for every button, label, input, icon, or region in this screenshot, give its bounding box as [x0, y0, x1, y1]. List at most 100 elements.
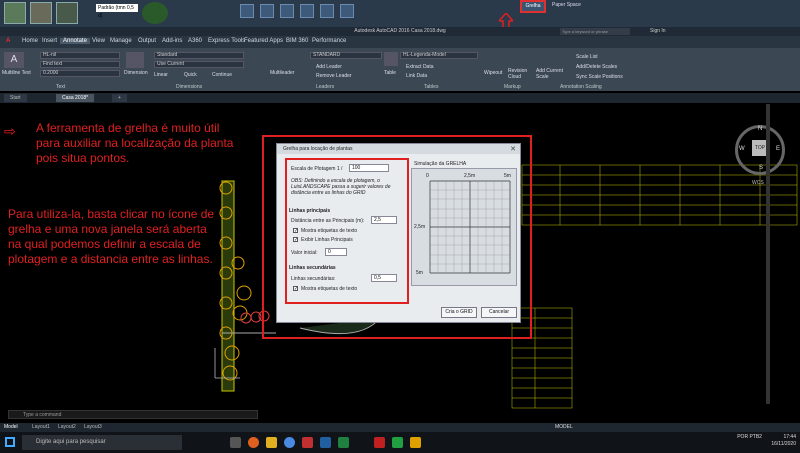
- levels-icon[interactable]: [320, 4, 334, 18]
- dim-style-select[interactable]: Standard: [154, 52, 244, 59]
- preview-label-x2: 5m: [504, 173, 511, 179]
- dimension-button[interactable]: Dimension: [124, 70, 148, 76]
- tab-view[interactable]: View: [92, 38, 105, 44]
- firefox-icon[interactable]: [248, 437, 259, 448]
- multiline-text-button[interactable]: Multiline Text: [2, 70, 32, 76]
- dimension-icon[interactable]: [260, 4, 274, 18]
- plant-thumbnail-icon[interactable]: [4, 2, 26, 24]
- extract-data-button[interactable]: Extract Data: [406, 64, 434, 70]
- table-icon[interactable]: [384, 52, 398, 66]
- add-leader-button[interactable]: Add Leader: [316, 64, 342, 70]
- clock[interactable]: 17:44 16/11/2020: [771, 434, 796, 448]
- windows-start-icon[interactable]: [5, 437, 15, 447]
- wcs-label[interactable]: WCS: [752, 180, 764, 186]
- scale-dropdown[interactable]: Padrão (tmn 0,5 d): [96, 4, 138, 19]
- category-thumbnail-icon[interactable]: [30, 2, 52, 24]
- tab-featured-apps[interactable]: Featured Apps: [244, 38, 283, 44]
- mleader-style-select[interactable]: STANDARD: [310, 52, 382, 59]
- revision-cloud-button[interactable]: Revision Cloud: [508, 68, 532, 80]
- tab-addins[interactable]: Add-ins: [162, 38, 182, 44]
- add-current-scale-button[interactable]: Add Current Scale: [536, 68, 568, 80]
- tab-annotate[interactable]: Annotate: [60, 38, 91, 44]
- tab-layout3[interactable]: Layout3: [84, 424, 102, 431]
- table-style-select[interactable]: HL-Legenda-Model: [400, 52, 478, 59]
- tab-a360[interactable]: A360: [188, 38, 202, 44]
- vertical-scrollbar[interactable]: [766, 104, 770, 404]
- text-icon[interactable]: [300, 4, 314, 18]
- word-icon[interactable]: [320, 437, 331, 448]
- tab-model[interactable]: Model: [4, 424, 18, 431]
- tab-output[interactable]: Output: [138, 38, 156, 44]
- find-text-input[interactable]: Find text: [40, 61, 120, 68]
- distance-input[interactable]: 2,5: [371, 216, 397, 224]
- task-view-icon[interactable]: [230, 437, 241, 448]
- grelha-button[interactable]: Grelha: [520, 0, 546, 13]
- info-icon[interactable]: [240, 4, 254, 18]
- table-button[interactable]: Table: [384, 70, 396, 76]
- viewcube[interactable]: N S E W TOP: [735, 125, 785, 175]
- sign-in-link[interactable]: Sign In: [650, 28, 666, 34]
- show-labels-2-checkbox[interactable]: ✓: [293, 286, 298, 292]
- remove-leader-button[interactable]: Remove Leader: [316, 73, 352, 79]
- paper-space-button[interactable]: Paper Space: [552, 2, 581, 8]
- new-tab-button[interactable]: +: [112, 94, 127, 102]
- multileader-button[interactable]: Multileader: [270, 70, 294, 76]
- secondary-input[interactable]: 0,5: [371, 274, 397, 282]
- app-icon[interactable]: [410, 437, 421, 448]
- chrome-icon[interactable]: [284, 437, 295, 448]
- tab-casa2018[interactable]: Casa 2018*: [56, 94, 95, 102]
- tab-performance[interactable]: Performance: [312, 38, 346, 44]
- image-thumbnail-icon[interactable]: [56, 2, 78, 24]
- keyword-search-input[interactable]: Type a keyword or phrase: [560, 28, 630, 35]
- status-model[interactable]: MODEL: [555, 424, 573, 431]
- wipeout-button[interactable]: Wipeout: [484, 70, 502, 76]
- viewcube-north[interactable]: N: [758, 126, 762, 132]
- initial-value-input[interactable]: 0: [325, 248, 347, 256]
- show-main-lines-checkbox[interactable]: ✓: [293, 237, 298, 243]
- show-labels-checkbox[interactable]: ✓: [293, 228, 298, 234]
- tab-express-tools[interactable]: Express Tools: [208, 38, 245, 44]
- viewcube-east[interactable]: E: [776, 146, 780, 152]
- scale-list-button[interactable]: Scale List: [576, 54, 598, 60]
- tab-layout1[interactable]: Layout1: [32, 424, 50, 431]
- scale-select[interactable]: 100: [349, 164, 389, 172]
- quick-button[interactable]: Quick: [184, 72, 197, 78]
- language-indicator[interactable]: POR PTB2: [737, 434, 762, 441]
- add-delete-scales-button[interactable]: Add/Delete Scales: [576, 64, 617, 70]
- scale-label: Escala de Plotagem 1 /: [291, 166, 343, 172]
- viewcube-west[interactable]: W: [739, 146, 745, 152]
- taskbar-search-input[interactable]: Digite aqui para pesquisar: [22, 435, 182, 450]
- link-data-button[interactable]: Link Data: [406, 73, 427, 79]
- secondary-label: Linhas secundárias:: [291, 276, 336, 282]
- speed-icon[interactable]: [340, 4, 354, 18]
- close-icon[interactable]: ✕: [510, 145, 516, 153]
- cancel-button[interactable]: Cancelar: [481, 307, 517, 318]
- tab-start[interactable]: Start: [4, 94, 27, 102]
- preview-label-x1: 2,5m: [464, 173, 476, 179]
- create-grid-button[interactable]: Cria o GRID: [441, 307, 477, 318]
- tab-manage[interactable]: Manage: [110, 38, 132, 44]
- viewcube-south[interactable]: S: [759, 165, 763, 171]
- multiline-text-icon[interactable]: A: [4, 52, 24, 68]
- autocad-icon[interactable]: [374, 437, 385, 448]
- panel-leaders: Leaders: [316, 84, 335, 90]
- text-style-select[interactable]: HL-nil: [40, 52, 120, 59]
- linear-button[interactable]: Linear: [154, 72, 168, 78]
- tree-symbol-icon[interactable]: [142, 2, 168, 24]
- file-explorer-icon[interactable]: [266, 437, 277, 448]
- pdf-icon[interactable]: [302, 437, 313, 448]
- numbering-icon[interactable]: [280, 4, 294, 18]
- tab-insert[interactable]: Insert: [42, 38, 57, 44]
- continue-button[interactable]: Continue: [212, 72, 232, 78]
- sync-scale-button[interactable]: Sync Scale Positions: [576, 74, 623, 80]
- tab-layout2[interactable]: Layout2: [58, 424, 76, 431]
- tab-bim360[interactable]: BIM 360: [286, 38, 308, 44]
- camtasia-icon[interactable]: [392, 437, 403, 448]
- dimension-icon-large[interactable]: [126, 52, 144, 68]
- dim-layer-select[interactable]: Use Current: [154, 61, 244, 68]
- text-height-input[interactable]: 0.2000: [40, 70, 120, 77]
- tab-home[interactable]: Home: [22, 38, 38, 44]
- excel-icon[interactable]: [338, 437, 349, 448]
- command-line-input[interactable]: Type a command: [8, 410, 258, 419]
- app-menu-icon[interactable]: A: [6, 38, 10, 44]
